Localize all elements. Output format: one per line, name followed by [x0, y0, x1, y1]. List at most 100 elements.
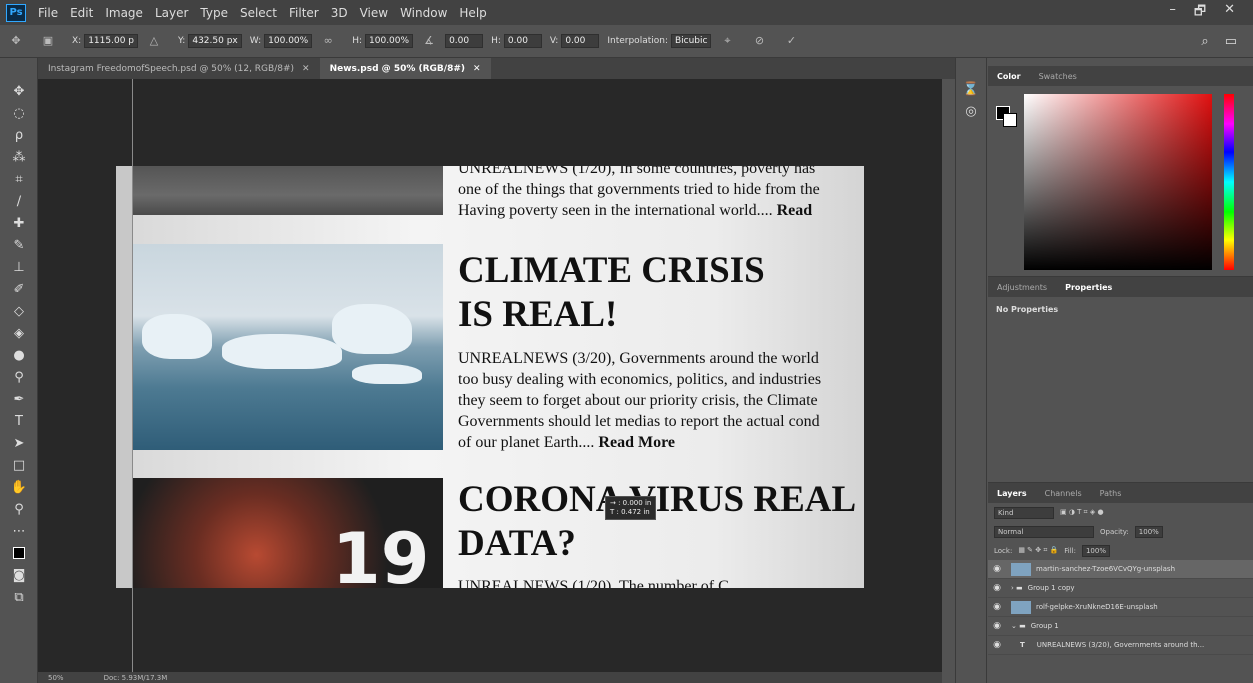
doc-size[interactable]: Doc: 5.93M/17.3M: [104, 674, 168, 682]
menu-edit[interactable]: Edit: [70, 6, 93, 20]
hskew-field[interactable]: 0.00: [503, 34, 542, 48]
menu-type[interactable]: Type: [200, 6, 228, 20]
close-window-button[interactable]: ✕: [1224, 2, 1235, 24]
visibility-eye-icon[interactable]: ◉: [988, 602, 1006, 612]
close-icon[interactable]: ✕: [302, 64, 310, 74]
type-tool-icon[interactable]: T: [0, 410, 38, 432]
menu-bar: Ps File Edit Image Layer Type Select Fil…: [0, 0, 1253, 25]
kind-filter[interactable]: Kind: [994, 506, 1054, 519]
eraser-tool-icon[interactable]: ◇: [0, 300, 38, 322]
search-icon[interactable]: ⌕: [1201, 34, 1208, 49]
tab-properties[interactable]: Properties: [1056, 283, 1121, 292]
tab-instagram-doc[interactable]: Instagram FreedomofSpeech.psd @ 50% (12,…: [38, 58, 320, 79]
tab-news-doc[interactable]: News.psd @ 50% (RGB/8#) ✕: [319, 58, 491, 79]
menu-3d[interactable]: 3D: [331, 6, 348, 20]
lock-icons[interactable]: ▦ ✎ ✥ ⌗ 🔒: [1018, 546, 1058, 555]
hue-slider[interactable]: [1224, 94, 1234, 270]
interpolation-select[interactable]: Bicubic: [670, 34, 712, 48]
hand-tool-icon[interactable]: ✋: [0, 476, 38, 498]
layer-row[interactable]: ◉ rolf-gelpke-XruNkneD16E-unsplash: [988, 598, 1253, 617]
options-bar: ✥ ▣ X: 1115.00 p △ Y: 432.50 px W: 100.0…: [0, 25, 1253, 58]
w-field[interactable]: 100.00%: [264, 34, 313, 48]
menu-window[interactable]: Window: [400, 6, 447, 20]
opacity-field[interactable]: 100%: [1134, 525, 1163, 538]
screen-mode-icon[interactable]: ⧉: [0, 586, 38, 608]
libraries-panel-icon[interactable]: ◎: [956, 100, 986, 122]
menu-view[interactable]: View: [360, 6, 388, 20]
menu-help[interactable]: Help: [459, 6, 486, 20]
document-canvas[interactable]: 19 UNREALNEWS (1/20), In some countries,…: [116, 166, 864, 588]
minimize-button[interactable]: –: [1169, 2, 1176, 24]
stamp-tool-icon[interactable]: ⊥: [0, 256, 38, 278]
vertical-guide[interactable]: [132, 79, 133, 672]
blend-mode-select[interactable]: Normal: [994, 525, 1094, 538]
poverty-photo: [132, 166, 443, 215]
tools-panel: ✥ ◌ ρ ⁂ ⌗ ∕ ✚ ✎ ⊥ ✐ ◇ ◈ ● ⚲ ✒ T ➤ □ ✋ ⚲ …: [0, 58, 38, 683]
restore-button[interactable]: 🗗: [1194, 2, 1206, 24]
healing-brush-icon[interactable]: ✚: [0, 212, 38, 234]
visibility-eye-icon[interactable]: ◉: [988, 621, 1006, 631]
menu-layer[interactable]: Layer: [155, 6, 188, 20]
layer-row[interactable]: ◉ martin-sanchez-Tzoe6VCvQYg-unsplash: [988, 560, 1253, 579]
history-brush-icon[interactable]: ✐: [0, 278, 38, 300]
layers-panel-tabs: Layers Channels Paths: [988, 483, 1253, 503]
layer-row[interactable]: ◉ ⌄ ▬ Group 1: [988, 617, 1253, 636]
color-picker-field[interactable]: [1024, 94, 1212, 270]
menu-file[interactable]: File: [38, 6, 58, 20]
layer-row[interactable]: ◉ T UNREALNEWS (3/20), Governments aroun…: [988, 636, 1253, 655]
menu-select[interactable]: Select: [240, 6, 277, 20]
move-tool-icon[interactable]: ✥: [0, 80, 38, 102]
quick-mask-icon[interactable]: ◙: [0, 564, 38, 586]
y-field[interactable]: 432.50 px: [188, 34, 242, 48]
marquee-tool-icon[interactable]: ◌: [0, 102, 38, 124]
move-tool-preset-icon[interactable]: ✥: [8, 34, 24, 48]
menu-image[interactable]: Image: [105, 6, 143, 20]
commit-transform-icon[interactable]: ✓: [783, 34, 799, 48]
article2-read-more-link[interactable]: Read More: [598, 434, 675, 451]
article1-read-link[interactable]: Read: [777, 202, 813, 219]
tab-paths[interactable]: Paths: [1091, 489, 1131, 498]
zoom-level[interactable]: 50%: [48, 674, 64, 682]
link-icon[interactable]: ∞: [320, 34, 336, 48]
zoom-tool-icon[interactable]: ⚲: [0, 498, 38, 520]
magic-wand-icon[interactable]: ⁂: [0, 146, 38, 168]
document-workspace[interactable]: 19 UNREALNEWS (1/20), In some countries,…: [38, 79, 942, 672]
h-field[interactable]: 100.00%: [365, 34, 414, 48]
menu-filter[interactable]: Filter: [289, 6, 319, 20]
paint-bucket-icon[interactable]: ◈: [0, 322, 38, 344]
vskew-field[interactable]: 0.00: [561, 34, 600, 48]
pen-tool-icon[interactable]: ✒: [0, 388, 38, 410]
dodge-tool-icon[interactable]: ⚲: [0, 366, 38, 388]
blur-tool-icon[interactable]: ●: [0, 344, 38, 366]
visibility-eye-icon[interactable]: ◉: [988, 583, 1006, 593]
crop-tool-icon[interactable]: ⌗: [0, 168, 38, 190]
workspace-icon[interactable]: ▭: [1225, 34, 1237, 49]
angle-field[interactable]: 0.00: [445, 34, 484, 48]
path-selection-icon[interactable]: ➤: [0, 432, 38, 454]
tab-adjustments[interactable]: Adjustments: [988, 283, 1056, 292]
tab-color[interactable]: Color: [988, 72, 1030, 81]
fill-field[interactable]: 100%: [1081, 544, 1110, 557]
visibility-eye-icon[interactable]: ◉: [988, 640, 1006, 650]
filter-icons[interactable]: ▣ ◑ T ⌗ ◈ ●: [1060, 508, 1104, 517]
canvas-margin: [116, 166, 132, 588]
close-icon[interactable]: ✕: [473, 64, 481, 74]
warp-icon[interactable]: ⌖: [719, 34, 735, 48]
interpolation-label: Interpolation:: [607, 36, 668, 46]
visibility-eye-icon[interactable]: ◉: [988, 564, 1006, 574]
eyedropper-icon[interactable]: ∕: [0, 190, 38, 212]
delta-icon[interactable]: △: [146, 34, 162, 48]
cancel-transform-icon[interactable]: ⊘: [751, 34, 767, 48]
tab-layers[interactable]: Layers: [988, 489, 1036, 498]
tab-swatches[interactable]: Swatches: [1030, 72, 1086, 81]
reference-point-icon[interactable]: ▣: [40, 34, 56, 48]
lasso-tool-icon[interactable]: ρ: [0, 124, 38, 146]
color-swatches-icon[interactable]: [0, 542, 38, 564]
history-panel-icon[interactable]: ⌛: [956, 78, 986, 100]
layer-row[interactable]: ◉ › ▬ Group 1 copy: [988, 579, 1253, 598]
tab-channels[interactable]: Channels: [1036, 489, 1091, 498]
x-field[interactable]: 1115.00 p: [84, 34, 138, 48]
more-tools-icon[interactable]: ⋯: [0, 520, 38, 542]
brush-tool-icon[interactable]: ✎: [0, 234, 38, 256]
rectangle-tool-icon[interactable]: □: [0, 454, 38, 476]
